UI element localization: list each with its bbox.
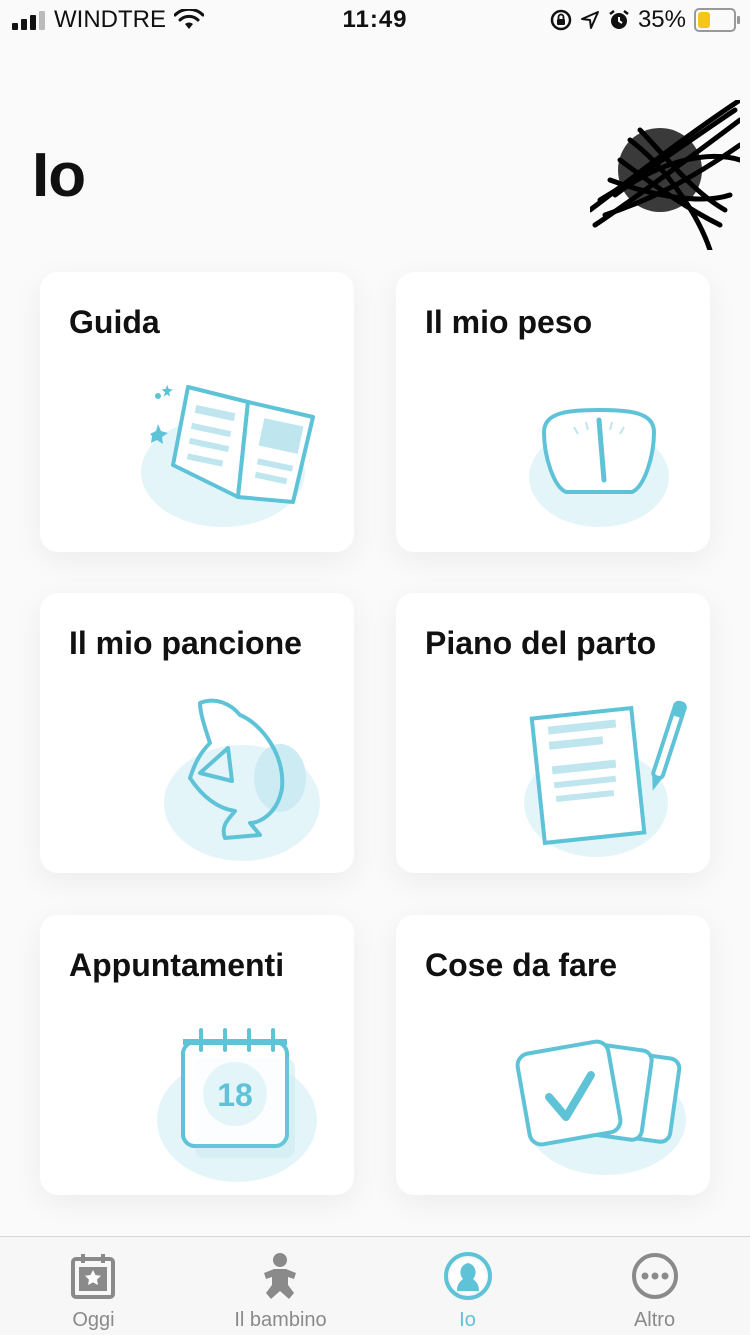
- card-peso[interactable]: Il mio peso: [396, 272, 710, 552]
- tab-bar: Oggi Il bambino Io Altro: [0, 1236, 750, 1335]
- tab-altro[interactable]: Altro: [561, 1237, 748, 1335]
- book-icon: [141, 384, 315, 527]
- pregnant-belly-icon: [164, 698, 320, 861]
- status-right: 35%: [550, 6, 740, 34]
- location-icon: [580, 11, 599, 29]
- card-guida[interactable]: Guida: [40, 272, 354, 552]
- checklist-icon: [515, 1039, 686, 1175]
- woman-icon: [444, 1252, 492, 1300]
- tab-io[interactable]: Io: [374, 1237, 561, 1335]
- rotation-lock-icon: [550, 9, 572, 31]
- tab-label: Oggi: [72, 1309, 115, 1331]
- more-icon: [632, 1253, 678, 1299]
- baby-icon: [264, 1253, 296, 1299]
- card-title: Cose da fare: [425, 947, 618, 983]
- tab-label: Altro: [633, 1309, 676, 1331]
- card-title: Il mio pancione: [69, 625, 302, 661]
- tab-oggi[interactable]: Oggi: [0, 1237, 187, 1335]
- card-pancione[interactable]: Il mio pancione: [40, 593, 354, 873]
- document-pen-icon: [524, 700, 687, 857]
- calendar-star-icon: [71, 1254, 115, 1299]
- card-piano-parto[interactable]: Piano del parto: [396, 593, 710, 873]
- card-title: Guida: [69, 304, 160, 340]
- battery-icon: [694, 8, 740, 32]
- card-title: Piano del parto: [425, 625, 657, 661]
- battery-percent: 35%: [637, 6, 686, 33]
- page-title: Io: [32, 141, 86, 210]
- card-title: Appuntamenti: [69, 947, 285, 983]
- calendar-day: 18: [217, 1077, 253, 1113]
- status-bar: WINDTRE 11:49 35%: [0, 0, 750, 40]
- scale-icon: [529, 407, 669, 527]
- avatar[interactable]: [590, 100, 740, 250]
- card-appuntamenti[interactable]: Appuntamenti 18: [40, 915, 354, 1195]
- tab-label: Il bambino: [234, 1309, 327, 1331]
- tab-il-bambino[interactable]: Il bambino: [187, 1237, 374, 1335]
- alarm-icon: [609, 10, 629, 29]
- card-title: Il mio peso: [425, 304, 593, 340]
- card-cose-da-fare[interactable]: Cose da fare: [396, 915, 710, 1195]
- tab-label: Io: [459, 1309, 476, 1331]
- calendar-icon: 18: [157, 1028, 317, 1182]
